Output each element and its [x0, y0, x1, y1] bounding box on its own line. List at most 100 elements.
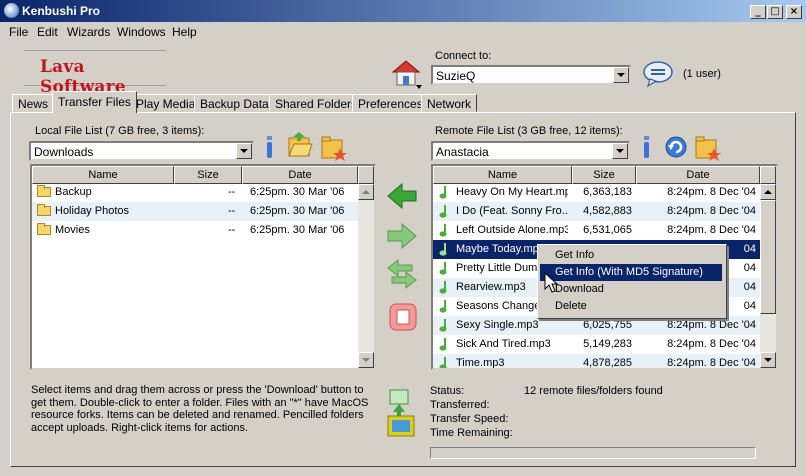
file-size: --: [228, 205, 236, 217]
download-arrow-icon[interactable]: [386, 221, 418, 251]
chevron-up-icon: [764, 190, 772, 194]
window-title: Kenbushi Pro: [22, 4, 101, 18]
music-note-icon: [439, 186, 447, 199]
transfer-speed-label: Transfer Speed:: [430, 413, 509, 425]
scroll-down-button[interactable]: [358, 352, 374, 368]
menu-wizards[interactable]: Wizards: [67, 25, 110, 39]
menu-help[interactable]: Help: [172, 25, 197, 39]
file-size: 6,363,183: [583, 186, 632, 198]
tab-transfer-files[interactable]: Transfer Files: [52, 91, 137, 113]
progress-bar: [430, 447, 756, 459]
app-icon: [4, 3, 19, 18]
refresh-icon[interactable]: [663, 134, 689, 160]
open-folder-icon[interactable]: [287, 130, 313, 158]
chevron-down-icon: [362, 358, 370, 362]
help-text: Select items and drag them across or pre…: [31, 384, 371, 434]
remote-scrollbar[interactable]: [760, 184, 776, 368]
column-header-blank: [358, 166, 374, 184]
music-note-icon: [439, 262, 447, 275]
remote-folder-select[interactable]: Anastacia: [431, 141, 630, 161]
file-name: Backup: [55, 186, 92, 198]
tab-play-media[interactable]: Play Media: [130, 94, 202, 112]
folder-icon: [37, 223, 51, 235]
menu-file[interactable]: File: [9, 25, 28, 39]
stop-icon[interactable]: [388, 302, 418, 332]
chevron-down-icon: [764, 358, 772, 362]
scroll-thumb[interactable]: [760, 200, 776, 314]
remote-row[interactable]: Heavy On My Heart.mp3 6,363,183 8:24pm. 8 …: [433, 183, 760, 202]
file-date: 8:24pm. 8 Dec '04: [667, 357, 756, 369]
column-header-size[interactable]: Size: [174, 166, 242, 184]
file-name: Left Outside Alone.mp3: [456, 224, 568, 236]
menu-edit[interactable]: Edit: [37, 25, 58, 39]
sync-arrows-icon[interactable]: [386, 258, 418, 290]
scroll-down-button[interactable]: [760, 352, 776, 368]
help-line: accept uploads. Right-click items for ac…: [31, 421, 249, 434]
menu-item-get-info[interactable]: Get Info: [540, 247, 722, 264]
chevron-down-icon[interactable]: [612, 143, 628, 159]
music-note-icon: [439, 300, 447, 313]
title-bar[interactable]: Kenbushi Pro _ □ ×: [0, 0, 806, 22]
tab-preferences[interactable]: Preferences: [352, 94, 429, 112]
local-scrollbar[interactable]: [358, 184, 374, 368]
tab-shared-folders[interactable]: Shared Folders: [269, 94, 364, 112]
column-header-date[interactable]: Date: [636, 166, 760, 184]
new-folder-icon[interactable]: [694, 134, 722, 162]
info-icon[interactable]: [640, 134, 654, 162]
remote-row[interactable]: Time.mp3 4,878,285 8:24pm. 8 Dec '04: [433, 354, 760, 369]
music-note-icon: [439, 319, 447, 332]
scroll-up-button[interactable]: [358, 184, 374, 200]
tab-network[interactable]: Network: [421, 94, 478, 112]
file-size: --: [228, 224, 236, 236]
file-size: 4,878,285: [583, 357, 632, 369]
scroll-up-button[interactable]: [760, 184, 776, 200]
local-file-list[interactable]: Name Size Date Backup -- 6:25pm. 30 Mar …: [30, 164, 376, 370]
menu-item-get-info-md5[interactable]: Get Info (With MD5 Signature): [540, 264, 722, 281]
remote-row[interactable]: Left Outside Alone.mp3 6,531,065 8:24pm. 8…: [433, 221, 760, 240]
maximize-button[interactable]: □: [767, 5, 783, 19]
close-button[interactable]: ×: [786, 5, 802, 19]
mouse-cursor-icon: [544, 272, 558, 293]
music-note-icon: [439, 243, 447, 256]
tab-backup-data[interactable]: Backup Data: [194, 94, 275, 112]
local-file-list-label: Local File List (7 GB free, 3 items):: [35, 125, 205, 137]
column-header-name[interactable]: Name: [32, 166, 174, 184]
info-icon[interactable]: [263, 134, 277, 162]
file-name: Heavy On My Heart.mp3: [456, 186, 568, 198]
file-name: Movies: [55, 224, 90, 236]
chevron-up-icon: [362, 190, 370, 194]
local-row[interactable]: Holiday Photos -- 6:25pm. 30 Mar '06: [32, 202, 358, 221]
help-line: get them. Double-click to enter a folder…: [31, 396, 369, 409]
brand-logo: Lava Software: [24, 50, 166, 97]
context-menu: Get Info Get Info (With MD5 Signature) D…: [537, 244, 727, 319]
chevron-down-icon[interactable]: [613, 67, 629, 83]
home-icon[interactable]: [390, 58, 424, 90]
menu-item-download[interactable]: Download: [540, 281, 722, 298]
file-size: 4,582,883: [583, 205, 632, 217]
connect-select[interactable]: SuzieQ: [431, 65, 631, 85]
file-date: 6:25pm. 30 Mar '06: [250, 224, 345, 236]
local-folder-select[interactable]: Downloads: [29, 141, 254, 161]
tab-news[interactable]: News: [12, 94, 55, 112]
menu-item-delete[interactable]: Delete: [540, 298, 722, 315]
column-header-size[interactable]: Size: [572, 166, 636, 184]
local-row[interactable]: Movies -- 6:25pm. 30 Mar '06: [32, 221, 358, 240]
minimize-button[interactable]: _: [750, 5, 766, 19]
remote-row[interactable]: I Do (Feat. Sonny Fro... 4,582,883 8:24pm.…: [433, 202, 760, 221]
connect-label: Connect to:: [435, 50, 492, 62]
chat-icon[interactable]: [642, 60, 676, 88]
new-folder-icon[interactable]: [320, 134, 348, 162]
remote-row[interactable]: Sick And Tired.mp3 5,149,283 8:24pm. 8 Dec…: [433, 335, 760, 354]
remote-folder-value: Anastacia: [436, 145, 489, 159]
local-folder-value: Downloads: [34, 145, 94, 159]
column-header-name[interactable]: Name: [433, 166, 572, 184]
chevron-down-icon[interactable]: [236, 143, 252, 159]
transfer-status-icon: [387, 389, 415, 437]
menu-windows[interactable]: Windows: [117, 25, 166, 39]
user-count: (1 user): [683, 68, 721, 80]
column-header-date[interactable]: Date: [242, 166, 358, 184]
local-row[interactable]: Backup -- 6:25pm. 30 Mar '06: [32, 183, 358, 202]
status-label: Status:: [430, 385, 465, 397]
upload-arrow-icon[interactable]: [386, 181, 418, 211]
music-note-icon: [439, 205, 447, 218]
